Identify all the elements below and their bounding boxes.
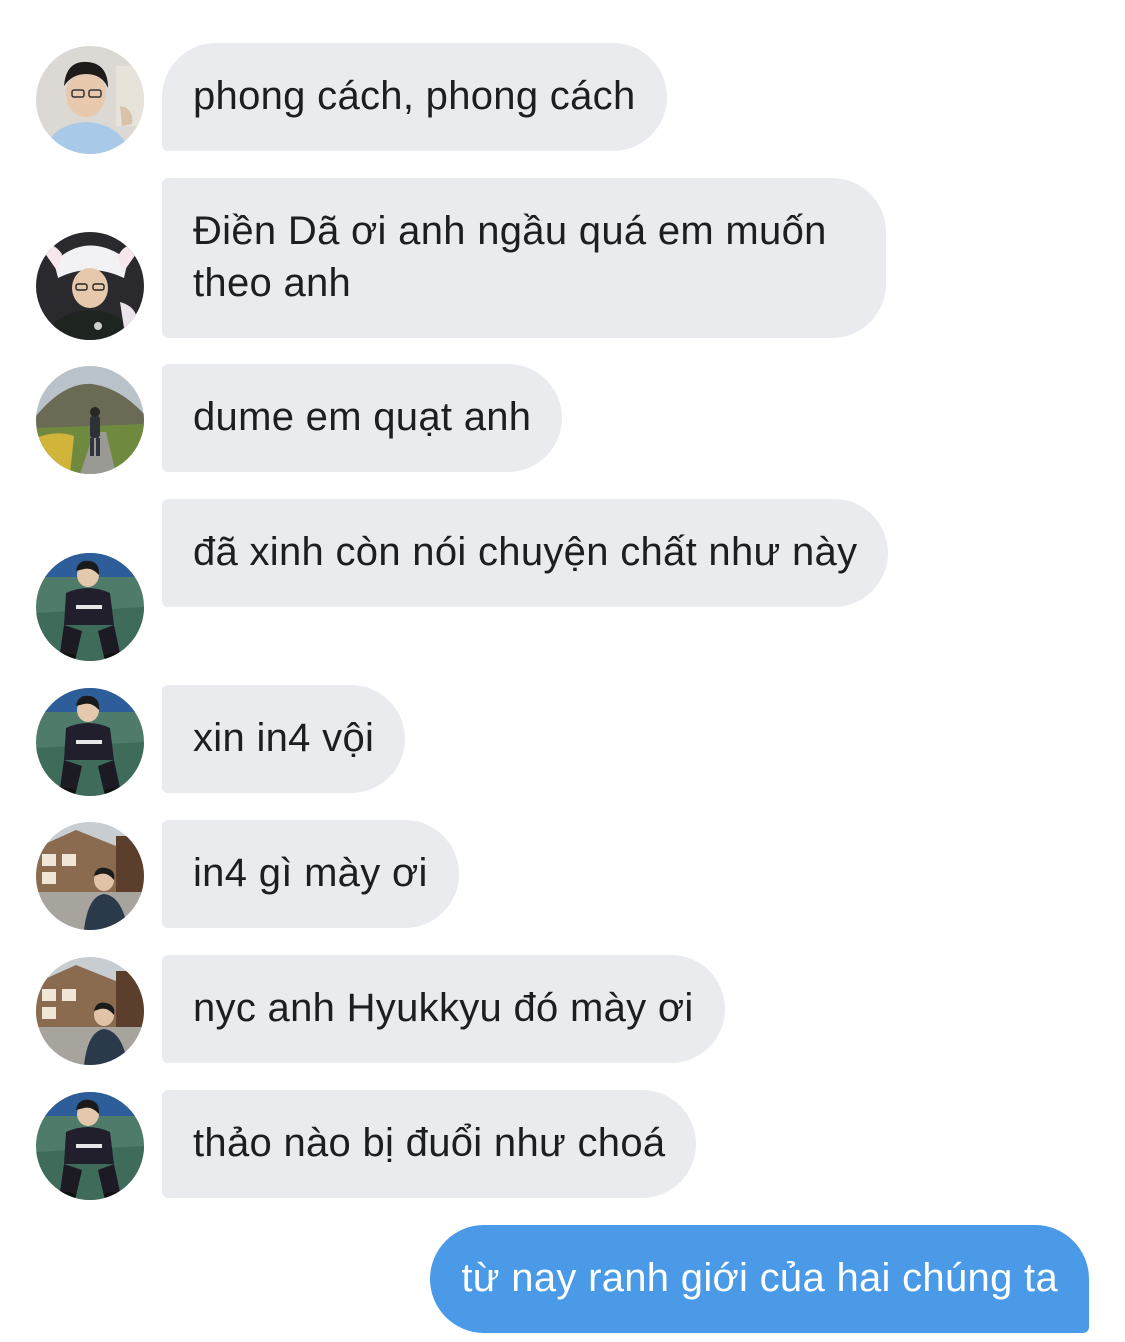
avatar-boy-squatting-icon[interactable] [36, 553, 144, 661]
avatar-street-houses-icon[interactable] [36, 822, 144, 930]
message-bubble[interactable]: xin in4 vội [162, 685, 406, 793]
message-text: xin in4 vội [193, 716, 375, 760]
message-bubble[interactable]: phong cách, phong cách [162, 43, 667, 151]
avatar-boy-hat-icon[interactable] [36, 232, 144, 340]
chat-thread: phong cách, phong cách Điền Dã ơi anh ng… [0, 0, 1125, 1342]
avatar-boy-squatting-icon[interactable] [36, 1092, 144, 1200]
message-text: in4 gì mày ơi [193, 851, 428, 895]
message-text: phong cách, phong cách [193, 74, 636, 118]
message-bubble[interactable]: in4 gì mày ơi [162, 820, 459, 928]
outgoing-message-bubble[interactable]: từ nay ranh giới của hai chúng ta [430, 1225, 1089, 1333]
message-text: đã xinh còn nói chuyện chất như này [193, 530, 858, 574]
message-bubble[interactable]: dume em quạt anh [162, 364, 563, 472]
message-text: Điền Dã ơi anh ngầu quá em muốn theo anh [193, 209, 827, 305]
message-bubble[interactable]: thảo nào bị đuổi như choá [162, 1090, 697, 1198]
message-text: nyc anh Hyukkyu đó mày ơi [193, 986, 694, 1030]
message-bubble[interactable]: đã xinh còn nói chuyện chất như này [162, 499, 889, 607]
avatar-boy-glasses-icon[interactable] [36, 46, 144, 154]
message-bubble[interactable]: Điền Dã ơi anh ngầu quá em muốn theo anh [162, 178, 886, 338]
avatar-boy-squatting-icon[interactable] [36, 688, 144, 796]
message-bubble[interactable]: nyc anh Hyukkyu đó mày ơi [162, 955, 725, 1063]
message-text: thảo nào bị đuổi như choá [193, 1121, 666, 1165]
avatar-mountain-landscape-icon[interactable] [36, 366, 144, 474]
message-text: từ nay ranh giới của hai chúng ta [461, 1256, 1058, 1300]
message-text: dume em quạt anh [193, 395, 532, 439]
avatar-street-houses-icon[interactable] [36, 957, 144, 1065]
